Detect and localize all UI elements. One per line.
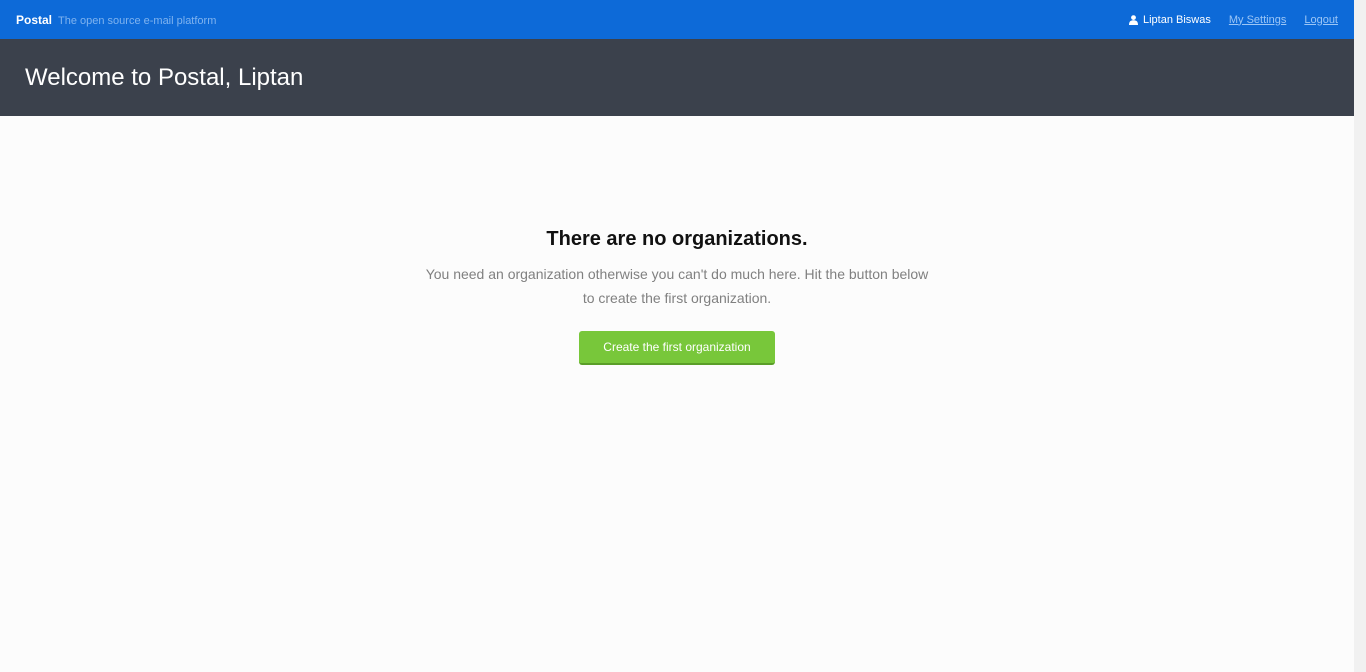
current-user: Liptan Biswas <box>1129 14 1211 26</box>
page-title: Welcome to Postal, Liptan <box>25 63 304 91</box>
my-settings-link[interactable]: My Settings <box>1229 14 1286 26</box>
brand-tagline: The open source e-mail platform <box>58 14 217 27</box>
user-icon <box>1129 14 1138 25</box>
current-user-name: Liptan Biswas <box>1143 13 1211 26</box>
user-navigation: Liptan Biswas My Settings Logout <box>1129 14 1338 26</box>
empty-state-heading: There are no organizations. <box>546 228 808 250</box>
brand-name[interactable]: Postal <box>16 13 52 27</box>
brand: Postal The open source e-mail platform <box>16 13 216 27</box>
top-navigation-bar: Postal The open source e-mail platform L… <box>0 0 1354 39</box>
page-scrollbar[interactable] <box>1354 0 1366 672</box>
welcome-header: Welcome to Postal, Liptan <box>0 39 1354 116</box>
empty-state-description: You need an organization otherwise you c… <box>425 266 929 306</box>
create-first-organization-button[interactable]: Create the first organization <box>579 331 775 365</box>
page: Postal The open source e-mail platform L… <box>0 0 1354 672</box>
empty-state: There are no organizations. You need an … <box>0 228 1354 365</box>
logout-link[interactable]: Logout <box>1304 14 1338 26</box>
